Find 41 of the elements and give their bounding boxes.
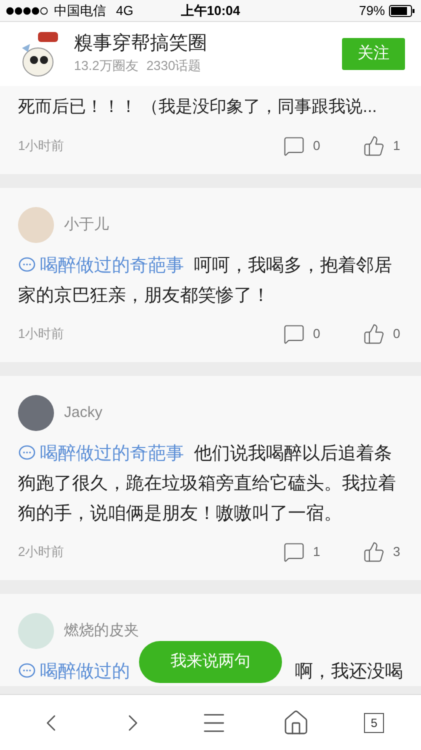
battery-percent: 79%: [358, 2, 385, 20]
post-text: 喝醉做过的奇葩事 呵呵，我喝多，抱着邻居家的京巴狂亲，朋友都笑惨了！: [18, 254, 393, 307]
post-text: 死而后已！！！ （我是没印象了，同事跟我说...: [18, 96, 378, 118]
clock-time: 上午10:04: [180, 2, 242, 20]
carrier-name: 中国电信: [54, 2, 106, 20]
thumbs-up-icon: [363, 541, 385, 563]
comment-icon: [283, 135, 305, 157]
like-button[interactable]: 1: [363, 135, 403, 157]
like-button[interactable]: 3: [363, 541, 403, 563]
like-button[interactable]: 0: [363, 323, 403, 345]
chat-bubble-icon: [18, 444, 36, 462]
author-name: Jacky: [64, 402, 102, 423]
chat-bubble-icon: [18, 662, 36, 680]
avatar: [18, 395, 54, 431]
signal-icon: [6, 6, 50, 14]
chat-bubble-icon: [18, 256, 36, 274]
post-text: 喝醉做过的奇葩事 他们说我喝醉以后追着条狗跑了很久，跪在垃圾箱旁直给它磕头。我拉着狗的手，说咱俩是朋友！嗷嗷叫了一宿。: [18, 442, 397, 525]
battery-icon: [389, 4, 415, 16]
topic-link[interactable]: 喝醉做过的: [40, 661, 130, 681]
avatar: [18, 207, 54, 243]
post-text-end: 啊，我还没喝: [295, 660, 403, 683]
post-time: 1小时前: [18, 137, 66, 156]
thumbs-up-icon: [363, 323, 385, 345]
comment-button[interactable]: 0: [283, 135, 363, 157]
author-name: 小于儿: [64, 214, 109, 235]
network-type: 4G: [116, 2, 134, 20]
topic-link[interactable]: 喝醉做过的奇葩事: [40, 443, 184, 463]
comment-icon: [283, 541, 305, 563]
avatar: [18, 613, 54, 649]
tabs-button[interactable]: 5: [364, 712, 384, 732]
post-time: 2小时前: [18, 543, 66, 562]
comment-button[interactable]: 1: [283, 541, 363, 563]
thumbs-up-icon: [363, 135, 385, 157]
author-name: 燃烧的皮夹: [64, 620, 139, 641]
member-count: 13.2万圈友: [74, 57, 138, 76]
topic-link[interactable]: 喝醉做过的奇葩事: [40, 255, 184, 275]
topic-count: 2330话题: [146, 57, 202, 76]
comment-icon: [283, 323, 305, 345]
group-title: 糗事穿帮搞笑圈: [74, 32, 208, 56]
comment-button[interactable]: 0: [283, 323, 363, 345]
post-time: 1小时前: [18, 325, 66, 344]
